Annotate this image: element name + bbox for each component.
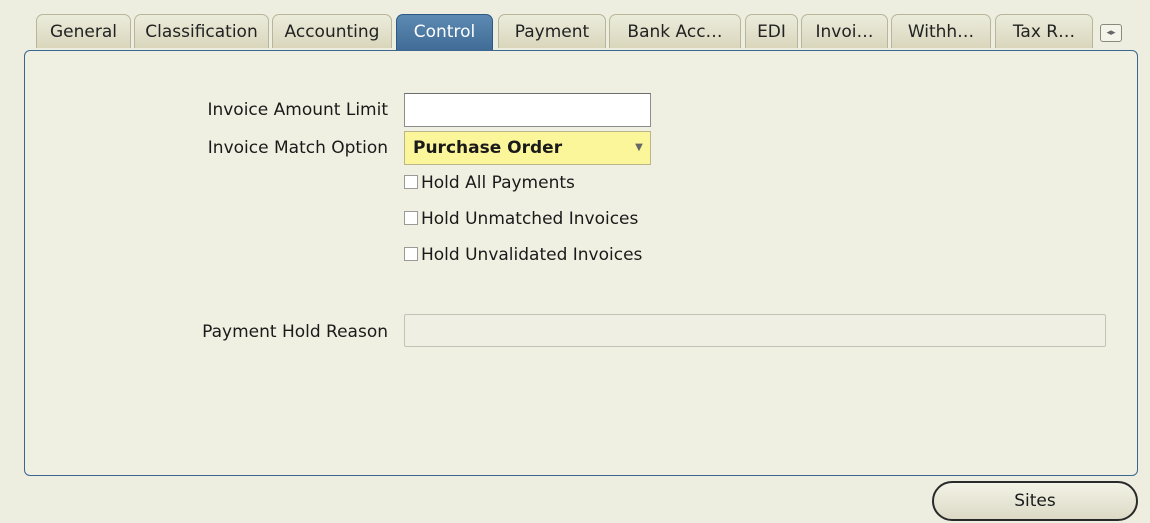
payment-hold-reason-label: Payment Hold Reason — [202, 322, 388, 342]
invoice-match-option-select[interactable]: Purchase Order ▼ — [404, 131, 651, 165]
invoice-amount-limit-input[interactable] — [404, 93, 651, 127]
invoice-amount-limit-label: Invoice Amount Limit — [207, 100, 388, 120]
tab-control[interactable]: Control — [396, 14, 493, 52]
checkbox-icon[interactable] — [404, 210, 418, 225]
checkbox-icon[interactable] — [404, 174, 418, 189]
tab-payment[interactable]: Payment — [498, 14, 606, 48]
hold-unvalidated-invoices-label: Hold Unvalidated Invoices — [421, 245, 643, 265]
invoice-match-option-value: Purchase Order — [413, 138, 563, 158]
tab-classification[interactable]: Classification — [134, 14, 269, 48]
tab-bar: General Classification Accounting Contro… — [0, 0, 1150, 52]
hold-unvalidated-invoices-checkbox[interactable]: Hold Unvalidated Invoices — [404, 244, 642, 266]
hold-unmatched-invoices-checkbox[interactable]: Hold Unmatched Invoices — [404, 208, 638, 230]
tab-tax-reporting[interactable]: Tax R… — [995, 14, 1093, 48]
sites-button[interactable]: Sites — [932, 481, 1138, 521]
tab-invoice[interactable]: Invoi… — [801, 14, 888, 48]
tab-bank-accounts[interactable]: Bank Acc… — [609, 14, 741, 48]
tab-scroll-button[interactable]: ◂▸ — [1100, 24, 1122, 42]
invoice-match-option-label: Invoice Match Option — [207, 138, 388, 158]
hold-all-payments-checkbox[interactable]: Hold All Payments — [404, 172, 575, 194]
tab-scroll-icon: ◂▸ — [1106, 28, 1116, 38]
checkbox-icon[interactable] — [404, 246, 418, 261]
chevron-down-icon[interactable]: ▼ — [628, 132, 650, 164]
tab-edi[interactable]: EDI — [745, 14, 798, 48]
hold-all-payments-label: Hold All Payments — [421, 173, 575, 193]
hold-unmatched-invoices-label: Hold Unmatched Invoices — [421, 209, 639, 229]
tab-withholding[interactable]: Withh… — [891, 14, 991, 48]
tab-general[interactable]: General — [36, 14, 131, 48]
payment-hold-reason-field[interactable] — [404, 314, 1106, 347]
tab-accounting[interactable]: Accounting — [272, 14, 392, 48]
